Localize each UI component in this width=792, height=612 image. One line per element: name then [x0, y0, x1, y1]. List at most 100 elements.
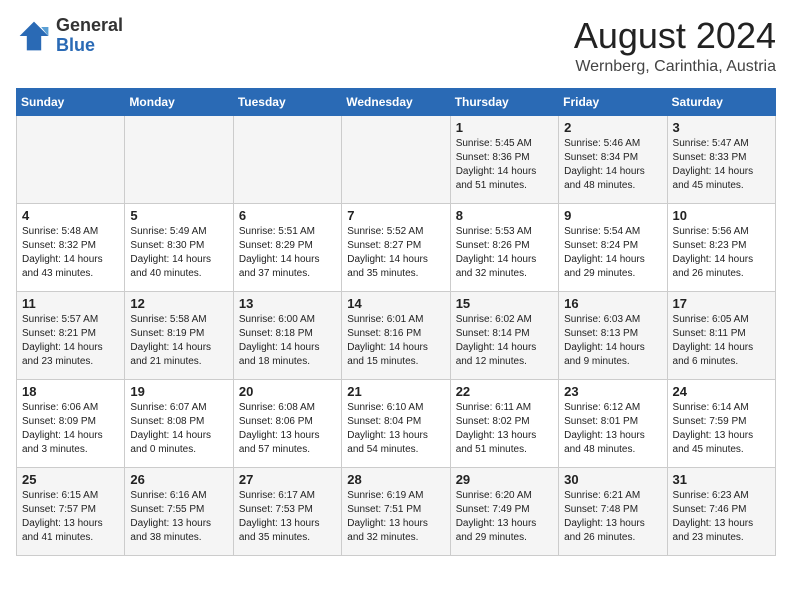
calendar-cell: 11 Sunrise: 5:57 AM Sunset: 8:21 PM Dayli…: [17, 291, 125, 379]
day-number: 23: [564, 384, 661, 399]
day-info: Sunrise: 6:17 AM Sunset: 7:53 PM Dayligh…: [239, 489, 336, 545]
day-of-week-header: Wednesday: [342, 88, 450, 115]
day-number: 15: [456, 296, 553, 311]
logo-general-text: General: [56, 15, 123, 35]
calendar-cell: 12 Sunrise: 5:58 AM Sunset: 8:19 PM Dayli…: [125, 291, 233, 379]
calendar-cell: 19 Sunrise: 6:07 AM Sunset: 8:08 PM Dayli…: [125, 379, 233, 467]
day-info: Sunrise: 5:56 AM Sunset: 8:23 PM Dayligh…: [673, 225, 770, 281]
day-number: 27: [239, 472, 336, 487]
day-number: 2: [564, 120, 661, 135]
calendar-cell: 18Sunrise: 6:06 AM Sunset: 8:09 PM Dayli…: [17, 379, 125, 467]
day-number: 19: [130, 384, 227, 399]
calendar-week-row: 18Sunrise: 6:06 AM Sunset: 8:09 PM Dayli…: [17, 379, 776, 467]
day-number: 3: [673, 120, 770, 135]
calendar-table: SundayMondayTuesdayWednesdayThursdayFrid…: [16, 88, 776, 556]
day-info: Sunrise: 5:45 AM Sunset: 8:36 PM Dayligh…: [456, 137, 553, 193]
day-info: Sunrise: 6:19 AM Sunset: 7:51 PM Dayligh…: [347, 489, 444, 545]
logo-blue-text: Blue: [56, 35, 95, 55]
day-info: Sunrise: 6:16 AM Sunset: 7:55 PM Dayligh…: [130, 489, 227, 545]
calendar-cell: [125, 115, 233, 203]
day-info: Sunrise: 5:58 AM Sunset: 8:19 PM Dayligh…: [130, 313, 227, 369]
calendar-cell: 7 Sunrise: 5:52 AM Sunset: 8:27 PM Daylig…: [342, 203, 450, 291]
day-number: 8: [456, 208, 553, 223]
calendar-cell: 21 Sunrise: 6:10 AM Sunset: 8:04 PM Dayli…: [342, 379, 450, 467]
day-number: 11: [22, 296, 119, 311]
day-info: Sunrise: 5:51 AM Sunset: 8:29 PM Dayligh…: [239, 225, 336, 281]
calendar-cell: 4 Sunrise: 5:48 AM Sunset: 8:32 PM Daylig…: [17, 203, 125, 291]
calendar-cell: 5 Sunrise: 5:49 AM Sunset: 8:30 PM Daylig…: [125, 203, 233, 291]
day-number: 21: [347, 384, 444, 399]
calendar-cell: 26 Sunrise: 6:16 AM Sunset: 7:55 PM Dayli…: [125, 467, 233, 555]
title-block: August 2024 Wernberg, Carinthia, Austria: [574, 16, 776, 76]
calendar-week-row: 11 Sunrise: 5:57 AM Sunset: 8:21 PM Dayli…: [17, 291, 776, 379]
calendar-cell: 30 Sunrise: 6:21 AM Sunset: 7:48 PM Dayli…: [559, 467, 667, 555]
calendar-cell: 15 Sunrise: 6:02 AM Sunset: 8:14 PM Dayli…: [450, 291, 558, 379]
calendar-cell: 9 Sunrise: 5:54 AM Sunset: 8:24 PM Daylig…: [559, 203, 667, 291]
calendar-cell: 8 Sunrise: 5:53 AM Sunset: 8:26 PM Daylig…: [450, 203, 558, 291]
page-header: General Blue August 2024 Wernberg, Carin…: [16, 16, 776, 76]
day-info: Sunrise: 6:03 AM Sunset: 8:13 PM Dayligh…: [564, 313, 661, 369]
day-number: 31: [673, 472, 770, 487]
day-info: Sunrise: 5:52 AM Sunset: 8:27 PM Dayligh…: [347, 225, 444, 281]
day-info: Sunrise: 5:54 AM Sunset: 8:24 PM Dayligh…: [564, 225, 661, 281]
calendar-cell: 23 Sunrise: 6:12 AM Sunset: 8:01 PM Dayli…: [559, 379, 667, 467]
day-number: 30: [564, 472, 661, 487]
day-of-week-header: Sunday: [17, 88, 125, 115]
day-number: 4: [22, 208, 119, 223]
day-number: 17: [673, 296, 770, 311]
day-info: Sunrise: 6:21 AM Sunset: 7:48 PM Dayligh…: [564, 489, 661, 545]
day-info: Sunrise: 6:01 AM Sunset: 8:16 PM Dayligh…: [347, 313, 444, 369]
day-number: 12: [130, 296, 227, 311]
calendar-cell: 22 Sunrise: 6:11 AM Sunset: 8:02 PM Dayli…: [450, 379, 558, 467]
day-number: 16: [564, 296, 661, 311]
day-info: Sunrise: 5:49 AM Sunset: 8:30 PM Dayligh…: [130, 225, 227, 281]
calendar-cell: 10 Sunrise: 5:56 AM Sunset: 8:23 PM Dayli…: [667, 203, 775, 291]
day-info: Sunrise: 6:14 AM Sunset: 7:59 PM Dayligh…: [673, 401, 770, 457]
day-number: 5: [130, 208, 227, 223]
calendar-cell: [17, 115, 125, 203]
day-info: Sunrise: 6:15 AM Sunset: 7:57 PM Dayligh…: [22, 489, 119, 545]
day-number: 22: [456, 384, 553, 399]
day-number: 7: [347, 208, 444, 223]
day-info: Sunrise: 6:07 AM Sunset: 8:08 PM Dayligh…: [130, 401, 227, 457]
day-number: 24: [673, 384, 770, 399]
location-subtitle: Wernberg, Carinthia, Austria: [574, 58, 776, 76]
calendar-cell: 6 Sunrise: 5:51 AM Sunset: 8:29 PM Daylig…: [233, 203, 341, 291]
day-of-week-header: Monday: [125, 88, 233, 115]
calendar-cell: 27 Sunrise: 6:17 AM Sunset: 7:53 PM Dayli…: [233, 467, 341, 555]
logo-icon: [16, 18, 52, 54]
day-number: 26: [130, 472, 227, 487]
day-number: 6: [239, 208, 336, 223]
day-info: Sunrise: 6:00 AM Sunset: 8:18 PM Dayligh…: [239, 313, 336, 369]
day-of-week-header: Tuesday: [233, 88, 341, 115]
day-info: Sunrise: 5:57 AM Sunset: 8:21 PM Dayligh…: [22, 313, 119, 369]
day-info: Sunrise: 5:48 AM Sunset: 8:32 PM Dayligh…: [22, 225, 119, 281]
day-of-week-header: Friday: [559, 88, 667, 115]
calendar-cell: 14 Sunrise: 6:01 AM Sunset: 8:16 PM Dayli…: [342, 291, 450, 379]
day-number: 28: [347, 472, 444, 487]
calendar-cell: 2 Sunrise: 5:46 AM Sunset: 8:34 PM Daylig…: [559, 115, 667, 203]
day-info: Sunrise: 6:12 AM Sunset: 8:01 PM Dayligh…: [564, 401, 661, 457]
calendar-cell: 31Sunrise: 6:23 AM Sunset: 7:46 PM Dayli…: [667, 467, 775, 555]
logo: General Blue: [16, 16, 123, 56]
day-info: Sunrise: 6:05 AM Sunset: 8:11 PM Dayligh…: [673, 313, 770, 369]
day-number: 9: [564, 208, 661, 223]
calendar-week-row: 4 Sunrise: 5:48 AM Sunset: 8:32 PM Daylig…: [17, 203, 776, 291]
day-number: 18: [22, 384, 119, 399]
day-info: Sunrise: 6:10 AM Sunset: 8:04 PM Dayligh…: [347, 401, 444, 457]
day-info: Sunrise: 6:02 AM Sunset: 8:14 PM Dayligh…: [456, 313, 553, 369]
month-year-title: August 2024: [574, 16, 776, 56]
day-info: Sunrise: 5:53 AM Sunset: 8:26 PM Dayligh…: [456, 225, 553, 281]
day-info: Sunrise: 5:46 AM Sunset: 8:34 PM Dayligh…: [564, 137, 661, 193]
calendar-cell: [342, 115, 450, 203]
calendar-cell: [233, 115, 341, 203]
day-number: 10: [673, 208, 770, 223]
day-number: 13: [239, 296, 336, 311]
calendar-cell: 28 Sunrise: 6:19 AM Sunset: 7:51 PM Dayli…: [342, 467, 450, 555]
day-info: Sunrise: 5:47 AM Sunset: 8:33 PM Dayligh…: [673, 137, 770, 193]
day-number: 14: [347, 296, 444, 311]
calendar-cell: 16 Sunrise: 6:03 AM Sunset: 8:13 PM Dayli…: [559, 291, 667, 379]
calendar-cell: 17 Sunrise: 6:05 AM Sunset: 8:11 PM Dayli…: [667, 291, 775, 379]
calendar-cell: 3 Sunrise: 5:47 AM Sunset: 8:33 PM Daylig…: [667, 115, 775, 203]
day-info: Sunrise: 6:11 AM Sunset: 8:02 PM Dayligh…: [456, 401, 553, 457]
